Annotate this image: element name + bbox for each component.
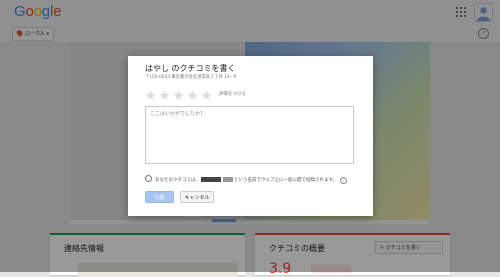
redacted-name-2 [223, 177, 233, 182]
write-review-dialog: はやし のクチコミを書く 〒150-0043 東京都渋谷区道玄坂１丁目 14−9… [128, 56, 373, 216]
star-5[interactable] [201, 90, 212, 101]
star-1[interactable] [145, 90, 156, 101]
info-icon[interactable]: ? [340, 177, 348, 184]
star-2[interactable] [159, 90, 170, 101]
star-hint: 評価をつける [219, 92, 246, 97]
dialog-address: 〒150-0043 東京都渋谷区道玄坂１丁目 14−9 [145, 75, 237, 80]
star-rating [145, 86, 215, 101]
public-notice: あなたのクチコミは、 という名前でウェブ上に一般公開で投稿されます。? [145, 175, 348, 184]
dialog-title: はやし のクチコミを書く [145, 64, 236, 73]
redacted-name [201, 177, 221, 182]
star-4[interactable] [187, 90, 198, 101]
review-textarea[interactable] [145, 106, 354, 164]
star-3[interactable] [173, 90, 184, 101]
publish-button[interactable]: 公開 [145, 191, 174, 203]
globe-icon [145, 175, 152, 182]
cancel-button[interactable]: キャンセル [180, 191, 214, 203]
